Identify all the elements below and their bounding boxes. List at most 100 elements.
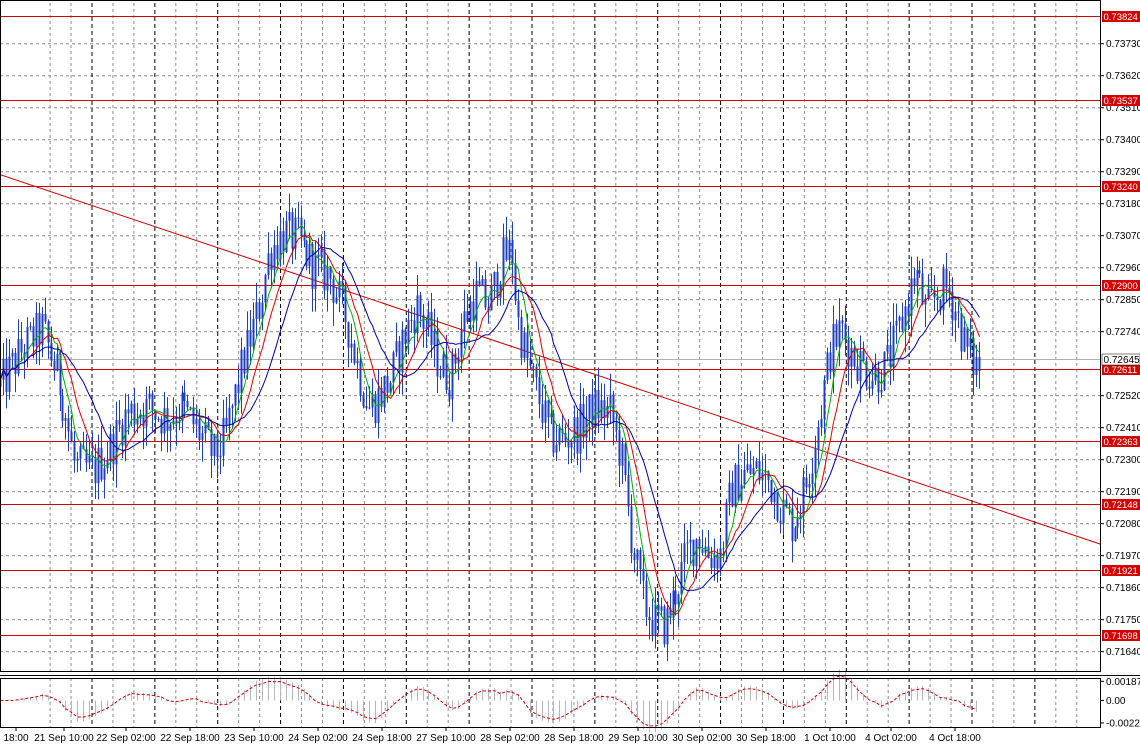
candle-body xyxy=(163,408,166,434)
candle-body xyxy=(145,398,148,427)
candle-body xyxy=(823,379,826,419)
candle-body xyxy=(308,244,311,267)
candle-body xyxy=(252,318,255,347)
candle-body xyxy=(335,297,338,303)
price-chart[interactable]: 0.737300.736200.735100.734000.732900.731… xyxy=(0,0,1140,754)
candle-body xyxy=(817,427,820,449)
candle-body xyxy=(481,278,484,286)
candle-body xyxy=(433,331,436,346)
candle-body xyxy=(680,561,683,595)
level-label: 0.73824 xyxy=(1104,12,1138,23)
candle-body xyxy=(326,267,329,291)
candle-body xyxy=(338,281,341,298)
candle-body xyxy=(695,539,698,567)
candle-body xyxy=(419,295,422,315)
oscillator-panel xyxy=(0,669,977,733)
candle-body xyxy=(710,558,713,569)
candle-body xyxy=(332,278,335,303)
candle-body xyxy=(94,457,97,484)
candle-body xyxy=(243,349,246,374)
candle-body xyxy=(26,326,29,358)
candle-body xyxy=(183,392,186,401)
candle-body xyxy=(365,406,368,409)
candle-body xyxy=(258,302,261,320)
candle-body xyxy=(264,275,267,303)
candle-body xyxy=(886,344,889,352)
candle-body xyxy=(841,320,844,324)
candle-body xyxy=(231,405,234,408)
candle-body xyxy=(666,608,669,645)
y-tick-label: 0.71860 xyxy=(1106,583,1140,594)
candle-body xyxy=(493,271,496,287)
candle-body xyxy=(686,542,689,544)
level-label: 0.71921 xyxy=(1104,566,1138,577)
candle-body xyxy=(267,253,270,276)
candle-body xyxy=(53,360,56,371)
candle-body xyxy=(76,458,79,461)
candle-body xyxy=(508,240,511,260)
candle-body xyxy=(64,418,67,421)
candle-body xyxy=(826,352,829,380)
osc-y-tick-label: 0.00 xyxy=(1106,696,1126,707)
candle-body xyxy=(288,212,291,221)
candle-body xyxy=(811,473,814,484)
level-label: 0.73240 xyxy=(1104,182,1138,193)
candle-body xyxy=(746,464,749,471)
candle-body xyxy=(716,554,719,569)
candle-body xyxy=(547,400,550,418)
candle-body xyxy=(273,245,276,270)
candle-body xyxy=(895,320,898,326)
candle-body xyxy=(773,492,776,503)
x-tick-label: 22 Sep 18:00 xyxy=(160,733,220,744)
candle-body xyxy=(663,606,666,645)
candle-body xyxy=(249,330,252,347)
candle-body xyxy=(314,254,317,289)
candle-body xyxy=(463,311,466,331)
y-tick-label: 0.71970 xyxy=(1106,551,1140,562)
candle-body xyxy=(570,442,573,448)
candle-body xyxy=(118,420,121,425)
candle-body xyxy=(213,434,216,457)
candle-body xyxy=(11,352,14,357)
candle-body xyxy=(689,539,692,543)
candle-body xyxy=(368,407,371,409)
candle-body xyxy=(478,280,481,286)
candle-body xyxy=(228,407,231,426)
candle-body xyxy=(558,428,561,445)
candle-body xyxy=(291,212,294,249)
x-tick-label: 4 Oct 18:00 xyxy=(929,733,981,744)
candle-body xyxy=(347,322,350,348)
candle-body xyxy=(192,407,195,425)
candle-body xyxy=(466,311,469,322)
y-tick-label: 0.72960 xyxy=(1106,263,1140,274)
candle-body xyxy=(868,386,871,389)
y-tick-label: 0.73400 xyxy=(1106,135,1140,146)
candle-body xyxy=(234,384,237,406)
x-tick-label: 23 Sep 10:00 xyxy=(224,733,284,744)
candle-body xyxy=(805,477,808,488)
candle-body xyxy=(615,422,618,430)
x-tick-label: 30 Sep 02:00 xyxy=(672,733,732,744)
candle-body xyxy=(808,483,811,488)
candle-body xyxy=(913,278,916,286)
candle-body xyxy=(374,394,377,424)
y-tick-label: 0.73730 xyxy=(1106,39,1140,50)
candle-body xyxy=(35,313,38,347)
candle-body xyxy=(124,409,127,446)
level-label: 0.72148 xyxy=(1104,500,1138,511)
candle-body xyxy=(945,268,948,288)
candle-body xyxy=(776,492,779,521)
candle-body xyxy=(674,590,677,605)
candle-body xyxy=(722,548,725,550)
axes: 0.737300.736200.735100.734000.732900.731… xyxy=(0,0,1140,744)
y-tick-label: 0.72850 xyxy=(1106,295,1140,306)
x-tick-label: 27 Sep 10:00 xyxy=(416,733,476,744)
candle-body xyxy=(422,314,425,329)
candle-body xyxy=(496,271,499,299)
x-tick-label: 4 Oct 02:00 xyxy=(865,733,917,744)
candle-body xyxy=(538,377,541,405)
candle-body xyxy=(246,330,249,374)
candle-body xyxy=(544,400,547,423)
candle-body xyxy=(514,263,517,301)
candle-body xyxy=(835,323,838,347)
